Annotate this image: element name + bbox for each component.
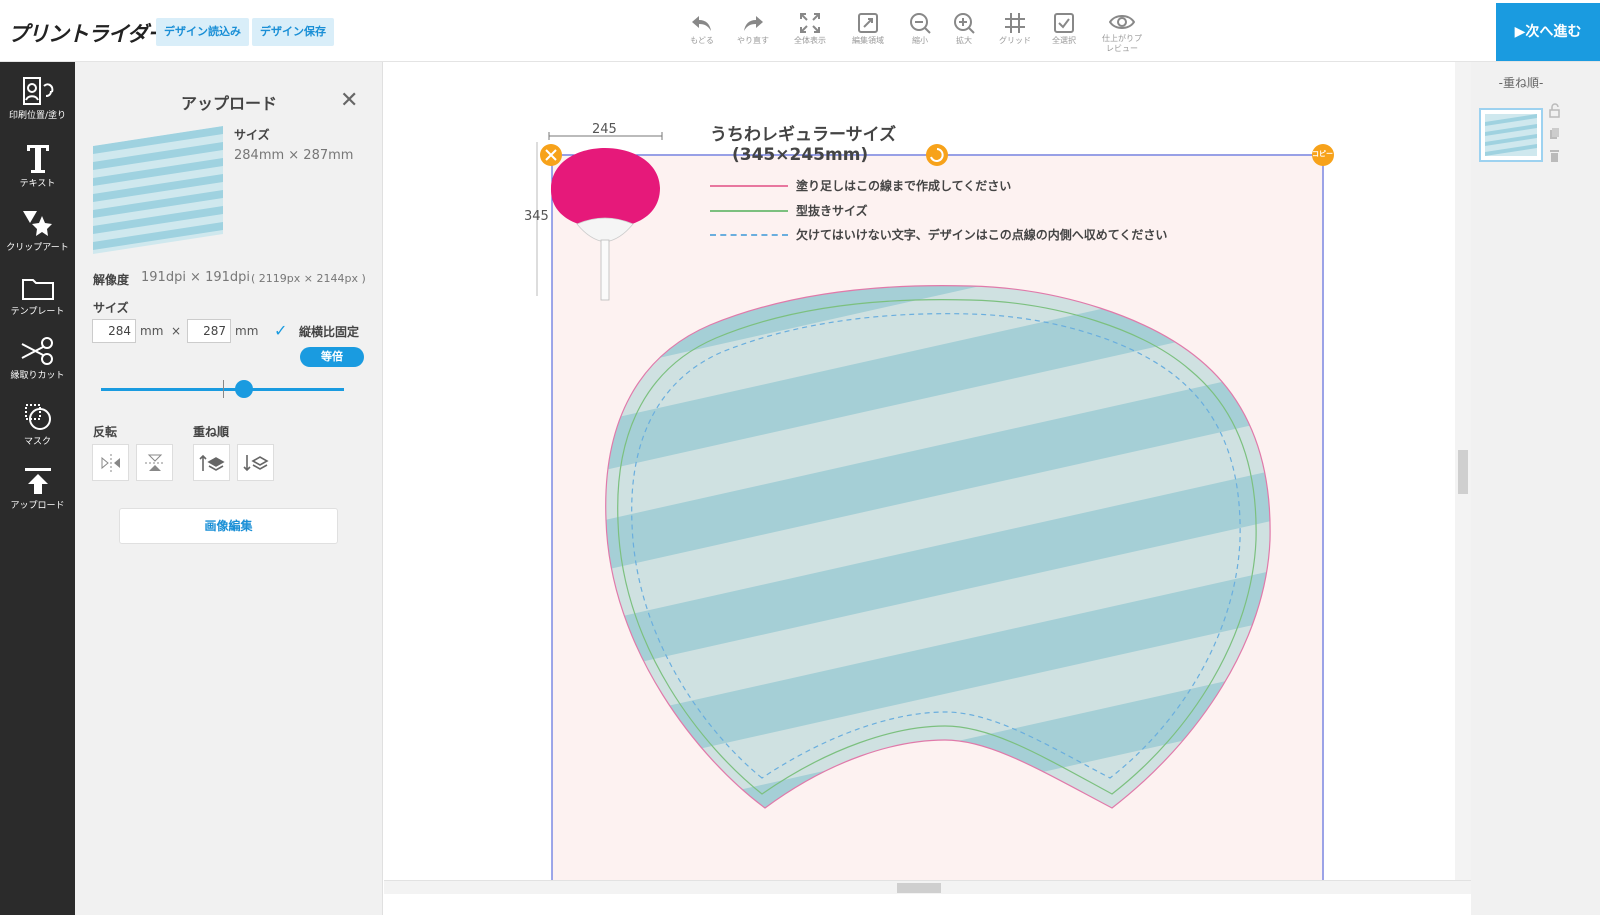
vertical-scroll-thumb[interactable] — [1458, 450, 1468, 494]
redo-icon — [744, 16, 763, 31]
load-design-button[interactable]: デザイン読込み — [156, 18, 249, 46]
keep-ratio-label: 縦横比固定 — [299, 325, 360, 339]
zoom-in-icon — [954, 13, 975, 34]
sidebar-item-upload[interactable]: アップロード — [0, 466, 75, 511]
redo-button[interactable]: やり直す — [728, 12, 778, 46]
send-backward-button[interactable] — [237, 444, 274, 481]
width-input[interactable]: 284 — [92, 319, 136, 343]
clipart-icon — [22, 211, 52, 236]
select-all-button[interactable]: 全選択 — [1039, 12, 1089, 46]
height-input[interactable]: 287 — [187, 319, 231, 343]
grid-button[interactable]: グリッド — [990, 12, 1040, 46]
fit-all-icon — [800, 13, 820, 33]
sidebar-item-text[interactable]: テキスト — [0, 142, 75, 189]
flip-vertical-icon — [144, 454, 165, 471]
uploaded-image-thumbnail[interactable] — [93, 126, 223, 254]
top-bar: プリントライダー デザイン読込み デザイン保存 もどる やり直す 全体表示 編集… — [0, 0, 1600, 62]
safe-legend-text: 欠けてはいけない文字、デザインはこの点線の内側へ収めてください — [796, 228, 1168, 242]
zoom-in-button[interactable]: 拡大 — [939, 12, 989, 46]
upload-panel: アップロード ✕ サイズ 284mm × 287mm 解像度 191dpi × … — [75, 62, 383, 915]
bring-forward-button[interactable] — [193, 444, 230, 481]
layer-actions[interactable] — [1548, 102, 1560, 172]
copy-icon — [1550, 128, 1559, 139]
layer-panel: -重ね順- — [1471, 62, 1600, 915]
flip-vertical-button[interactable] — [136, 444, 173, 481]
times-sign: × — [171, 324, 182, 338]
next-button[interactable]: ▶次へ進む — [1496, 3, 1600, 61]
grid-icon — [1005, 13, 1025, 33]
save-design-button[interactable]: デザイン保存 — [252, 18, 334, 46]
size-label: サイズ — [234, 128, 270, 142]
rotate-handle — [926, 144, 948, 166]
layer-thumbnail[interactable] — [1479, 108, 1543, 162]
select-all-icon — [1054, 13, 1074, 33]
lock-icon — [1549, 103, 1560, 118]
fit-all-button[interactable]: 全体表示 — [785, 12, 835, 46]
size-value: 284mm × 287mm — [234, 148, 354, 163]
sidebar-item-print-position[interactable]: 印刷位置/塗り — [0, 76, 75, 121]
horizontal-scrollbar[interactable] — [384, 880, 1471, 894]
template-title: うちわレギュラーサイズ — [710, 125, 897, 145]
upload-icon — [24, 468, 51, 494]
sidebar-item-clipart[interactable]: クリップアート — [0, 208, 75, 253]
size-section-label: サイズ — [93, 301, 129, 315]
text-icon — [26, 145, 49, 173]
bleed-legend-text: 塗り足しはこの線まで作成してください — [796, 179, 1012, 193]
flip-label: 反転 — [93, 425, 118, 439]
resolution-value: 191dpi × 191dpi — [141, 270, 251, 285]
flip-horizontal-icon — [101, 454, 120, 472]
folder-icon — [21, 279, 54, 300]
edit-image-button[interactable]: 画像編集 — [119, 508, 338, 544]
logo: プリントライダー — [8, 22, 168, 46]
left-toolbar: 印刷位置/塗り テキスト クリップアート テンプレート 縁取りカット マスク ア… — [0, 62, 75, 915]
undo-icon — [692, 16, 711, 31]
width-dimension-label: 245 — [592, 122, 617, 137]
layer-panel-title: -重ね順- — [1498, 76, 1544, 90]
height-dimension-label: 345 — [524, 209, 549, 224]
height-unit: mm — [235, 324, 259, 338]
resolution-px: ( 2119px × 2144px ) — [251, 272, 366, 285]
safe-legend-line — [710, 234, 788, 236]
vertical-scrollbar[interactable] — [1455, 62, 1471, 880]
slider-default-mark — [223, 380, 224, 398]
preview-button[interactable]: 仕上がりプレビュー — [1095, 12, 1149, 54]
print-position-icon — [22, 77, 53, 105]
mask-icon — [24, 404, 51, 430]
sidebar-item-outline-cut[interactable]: 縁取りカット — [0, 336, 75, 381]
bleed-legend-line — [710, 185, 788, 187]
resolution-label: 解像度 — [93, 273, 130, 287]
bring-forward-icon — [198, 454, 225, 471]
zoom-out-button[interactable]: 縮小 — [895, 12, 945, 46]
copy-handle-label[interactable]: コピー — [1312, 149, 1333, 159]
send-backward-icon — [242, 455, 269, 472]
actual-size-button[interactable]: 等倍 — [300, 347, 364, 367]
design-canvas[interactable]: 245 345 うちわレギュラーサイズ (345×245mm) コピー 塗り足し… — [384, 62, 1455, 880]
panel-title: アップロード — [180, 94, 277, 113]
keep-ratio-checkbox[interactable]: ✓ — [274, 321, 292, 340]
sidebar-item-mask[interactable]: マスク — [0, 402, 75, 447]
edit-area-icon — [858, 13, 878, 33]
order-label: 重ね順 — [193, 425, 230, 439]
scissors-icon — [21, 337, 53, 365]
cut-legend-line — [710, 210, 788, 212]
close-icon[interactable]: ✕ — [340, 88, 358, 113]
flip-horizontal-button[interactable] — [92, 444, 129, 481]
slider-knob[interactable] — [235, 380, 253, 398]
width-unit: mm — [140, 324, 164, 338]
template-size: (345×245mm) — [732, 145, 869, 165]
edit-area-button[interactable]: 編集領域 — [843, 12, 893, 46]
horizontal-scroll-thumb[interactable] — [897, 883, 941, 893]
undo-button[interactable]: もどる — [677, 12, 727, 46]
zoom-out-icon — [910, 13, 931, 34]
trash-icon — [1550, 150, 1559, 162]
sidebar-item-template[interactable]: テンプレート — [0, 274, 75, 317]
eye-icon — [1109, 15, 1135, 29]
cut-legend-text: 型抜きサイズ — [796, 204, 868, 218]
